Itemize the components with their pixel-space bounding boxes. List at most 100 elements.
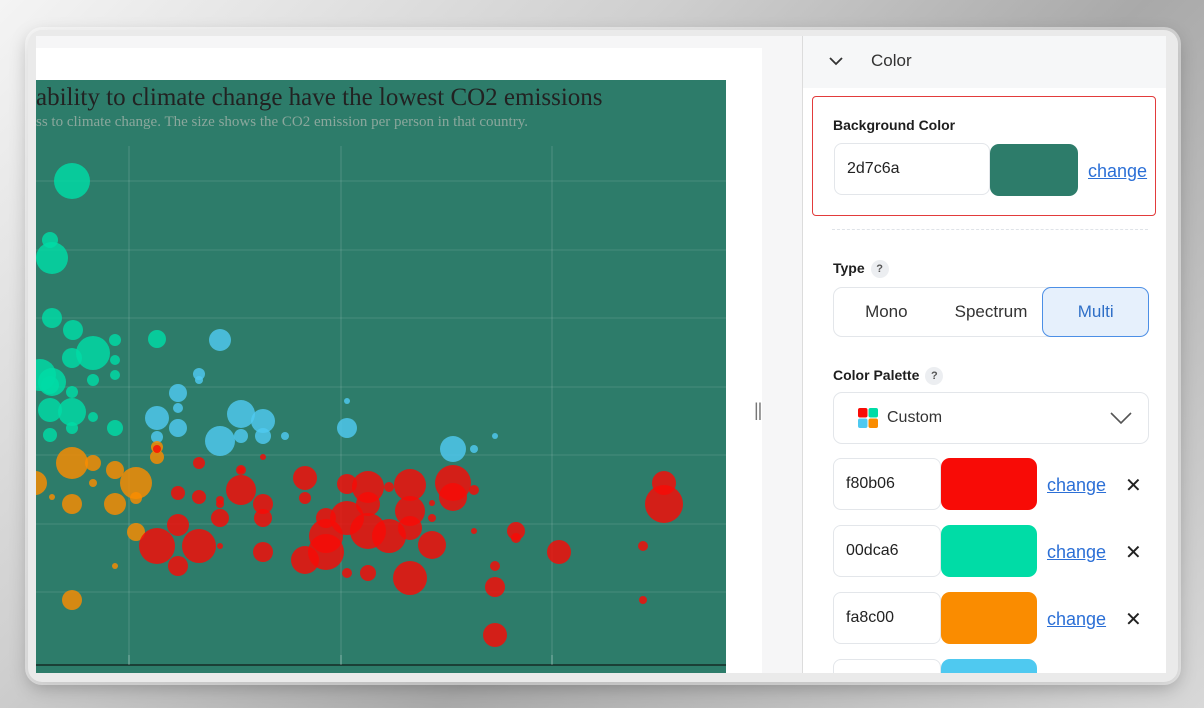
data-point[interactable] (511, 533, 521, 543)
data-point[interactable] (281, 432, 289, 440)
data-point[interactable] (49, 494, 55, 500)
data-point[interactable] (485, 577, 505, 597)
data-point[interactable] (470, 445, 478, 453)
data-point[interactable] (638, 541, 648, 551)
data-point[interactable] (209, 329, 231, 351)
data-point[interactable] (171, 486, 185, 500)
data-point[interactable] (168, 556, 188, 576)
data-point[interactable] (492, 433, 498, 439)
palette-color-swatch[interactable] (941, 458, 1037, 510)
data-point[interactable] (173, 403, 183, 413)
data-point[interactable] (342, 568, 352, 578)
palette-dropdown[interactable]: Custom (833, 392, 1149, 444)
data-point[interactable] (547, 540, 571, 564)
data-point[interactable] (393, 561, 427, 595)
data-point[interactable] (85, 455, 101, 471)
data-point[interactable] (260, 454, 266, 460)
data-point[interactable] (308, 534, 344, 570)
data-point[interactable] (87, 374, 99, 386)
data-point[interactable] (169, 384, 187, 402)
data-point[interactable] (238, 467, 244, 473)
data-point[interactable] (360, 565, 376, 581)
data-point[interactable] (112, 563, 118, 569)
data-point[interactable] (153, 445, 161, 453)
type-option-multi[interactable]: Multi (1042, 287, 1150, 337)
data-point[interactable] (483, 623, 507, 647)
data-point[interactable] (639, 596, 647, 604)
palette-color-swatch[interactable] (941, 525, 1037, 577)
data-point[interactable] (110, 370, 120, 380)
data-point[interactable] (428, 514, 436, 522)
background-color-swatch[interactable] (990, 144, 1078, 196)
scatter-chart[interactable] (36, 80, 726, 673)
data-point[interactable] (66, 422, 78, 434)
data-point[interactable] (192, 490, 206, 504)
data-point[interactable] (145, 406, 169, 430)
data-point[interactable] (299, 492, 311, 504)
data-point[interactable] (76, 336, 110, 370)
data-point[interactable] (226, 475, 256, 505)
data-point[interactable] (216, 496, 224, 504)
remove-color-icon[interactable]: ✕ (1125, 540, 1142, 565)
palette-color-swatch[interactable] (941, 659, 1037, 673)
data-point[interactable] (471, 528, 477, 534)
data-point[interactable] (211, 509, 229, 527)
data-point[interactable] (89, 479, 97, 487)
data-point[interactable] (58, 398, 86, 426)
data-point[interactable] (106, 461, 124, 479)
palette-color-change-link[interactable]: change (1047, 542, 1106, 563)
data-point[interactable] (169, 419, 187, 437)
data-point[interactable] (66, 386, 78, 398)
data-point[interactable] (293, 466, 317, 490)
data-point[interactable] (182, 529, 216, 563)
data-point[interactable] (217, 543, 223, 549)
data-point[interactable] (167, 514, 189, 536)
background-color-change-link[interactable]: change (1088, 161, 1147, 182)
data-point[interactable] (63, 320, 83, 340)
data-point[interactable] (439, 483, 467, 511)
palette-color-input[interactable]: fa8c00 (833, 592, 941, 644)
data-point[interactable] (254, 509, 272, 527)
data-point[interactable] (62, 494, 82, 514)
data-point[interactable] (384, 482, 394, 492)
remove-color-icon[interactable]: ✕ (1125, 473, 1142, 498)
data-point[interactable] (255, 428, 271, 444)
data-point[interactable] (62, 590, 82, 610)
data-point[interactable] (356, 492, 380, 516)
data-point[interactable] (344, 398, 350, 404)
data-point[interactable] (88, 412, 98, 422)
chevron-down-icon[interactable] (827, 52, 845, 70)
data-point[interactable] (54, 163, 90, 199)
data-point[interactable] (469, 485, 479, 495)
palette-color-swatch[interactable] (941, 592, 1037, 644)
data-point[interactable] (193, 457, 205, 469)
data-point[interactable] (139, 528, 175, 564)
data-point[interactable] (148, 330, 166, 348)
data-point[interactable] (109, 334, 121, 346)
data-point[interactable] (205, 426, 235, 456)
data-point[interactable] (440, 436, 466, 462)
data-point[interactable] (43, 428, 57, 442)
data-point[interactable] (490, 561, 500, 571)
data-point[interactable] (418, 531, 446, 559)
data-point[interactable] (195, 376, 203, 384)
data-point[interactable] (107, 420, 123, 436)
color-section-header[interactable]: Color (803, 36, 1166, 88)
type-option-spectrum[interactable]: Spectrum (939, 288, 1044, 336)
data-point[interactable] (234, 429, 248, 443)
data-point[interactable] (104, 493, 126, 515)
remove-color-icon[interactable]: ✕ (1125, 607, 1142, 632)
data-point[interactable] (429, 500, 435, 506)
palette-color-change-link[interactable]: change (1047, 475, 1106, 496)
data-point[interactable] (42, 232, 58, 248)
palette-color-input[interactable]: 00dca6 (833, 525, 941, 577)
data-point[interactable] (62, 348, 82, 368)
data-point[interactable] (130, 492, 142, 504)
data-point[interactable] (110, 355, 120, 365)
data-point[interactable] (253, 542, 273, 562)
help-icon[interactable]: ? (870, 260, 889, 279)
help-icon[interactable]: ? (925, 367, 944, 386)
data-point[interactable] (42, 308, 62, 328)
data-point[interactable] (227, 400, 255, 428)
resize-handle[interactable]: | | (754, 400, 763, 421)
